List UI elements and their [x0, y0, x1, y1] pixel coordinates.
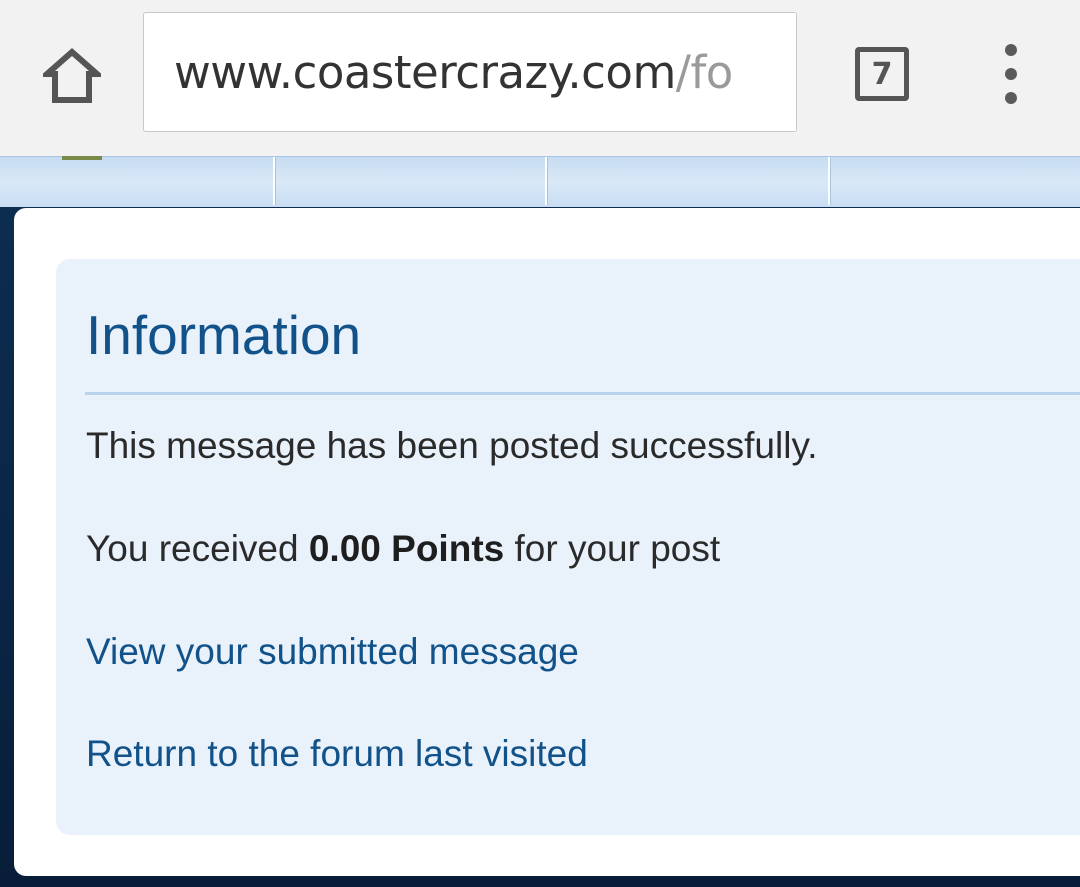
points-suffix: for your post	[504, 528, 721, 569]
view-message-link[interactable]: View your submitted message	[86, 630, 579, 674]
url-fade	[736, 13, 796, 131]
nav-tab[interactable]	[832, 157, 1080, 205]
information-title: Information	[86, 304, 362, 366]
points-prefix: You received	[86, 528, 309, 569]
success-message: This message has been posted successfull…	[86, 425, 818, 466]
title-divider	[85, 392, 1080, 395]
tab-switcher-button[interactable]: 7	[855, 47, 909, 101]
address-bar[interactable]: www.coastercrazy.com/fo	[143, 12, 797, 132]
home-icon	[43, 48, 101, 103]
url-host: www.coastercrazy.com	[174, 46, 676, 99]
menu-dot-icon	[1005, 68, 1017, 80]
forum-nav-bar	[0, 156, 1080, 207]
overflow-menu-button[interactable]	[990, 44, 1032, 104]
nav-tab[interactable]	[277, 157, 547, 205]
points-message: You received 0.00 Points for your post	[86, 527, 720, 571]
nav-tab[interactable]	[0, 157, 275, 205]
browser-toolbar: www.coastercrazy.com/fo 7	[0, 0, 1080, 156]
tab-count: 7	[871, 56, 893, 92]
home-button[interactable]	[30, 36, 114, 116]
points-value: 0.00 Points	[308, 528, 505, 569]
url-path: /fo	[675, 46, 734, 99]
url-text[interactable]: www.coastercrazy.com/fo	[174, 47, 733, 99]
menu-dot-icon	[1005, 92, 1017, 104]
return-to-forum-link[interactable]: Return to the forum last visited	[86, 732, 588, 776]
menu-dot-icon	[1005, 44, 1017, 56]
logo-fragment	[62, 156, 102, 160]
nav-tab[interactable]	[549, 157, 830, 205]
